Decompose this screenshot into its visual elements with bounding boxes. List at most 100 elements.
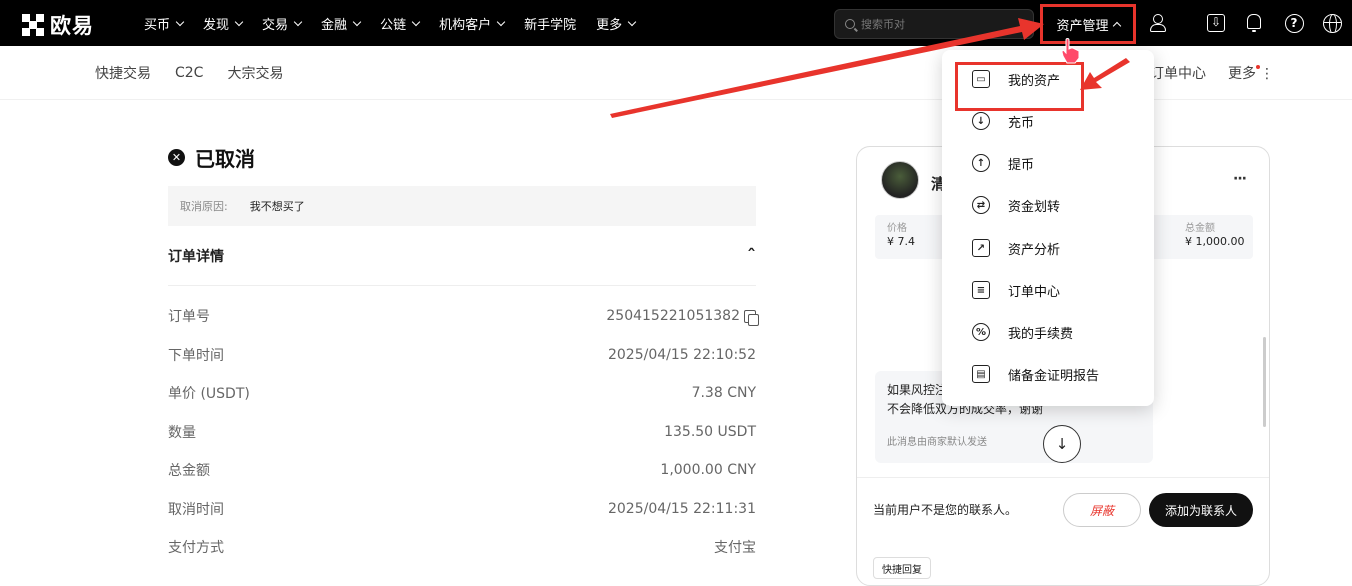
order-detail-key: 下单时间: [168, 347, 224, 364]
okx-logo[interactable]: 欧易: [22, 10, 94, 40]
order-detail-value-wrap: 2025/04/15 22:10:52: [608, 347, 756, 363]
more-vertical-icon: ⋮: [1260, 66, 1274, 82]
subnav-item-2[interactable]: 大宗交易: [227, 63, 283, 83]
dropdown-item-label: 资金划转: [1008, 199, 1061, 215]
chevron-up-icon: [1112, 21, 1121, 30]
language-button[interactable]: [1322, 13, 1342, 33]
order-detail-key: 订单号: [168, 309, 210, 326]
copy-icon[interactable]: [744, 309, 759, 326]
download-button[interactable]: ⇩: [1206, 13, 1226, 33]
nav-item-3[interactable]: 金融: [321, 14, 362, 33]
nav-item-label: 机构客户: [439, 17, 492, 33]
asset-management-menu[interactable]: 资产管理: [1040, 4, 1136, 44]
dropdown-item-label: 我的手续费: [1008, 326, 1074, 342]
subnav-more-label: 更多: [1228, 66, 1256, 82]
quick-reply-button[interactable]: 快捷回复: [873, 557, 931, 579]
order-detail-key: 总金额: [168, 463, 210, 480]
nav-item-0[interactable]: 买币: [144, 14, 185, 33]
order-detail-value: 支付宝: [714, 540, 756, 557]
subnav-right: 订单中心 更多 ⋮: [1150, 46, 1274, 100]
logo-mark-icon: [22, 14, 44, 36]
nav-item-label: 交易: [262, 17, 289, 33]
order-detail-key: 数量: [168, 424, 196, 441]
order-detail-value-wrap: 7.38 CNY: [692, 385, 756, 401]
chevron-down-icon: [352, 17, 362, 26]
chevron-down-icon: [175, 17, 185, 26]
chevron-down-icon: [496, 17, 506, 26]
add-contact-button[interactable]: 添加为联系人: [1149, 493, 1253, 527]
subnav-item-1[interactable]: C2C: [175, 65, 203, 81]
dropdown-item-3[interactable]: ⇄ 资金划转: [972, 190, 1060, 220]
order-details-header[interactable]: 订单详情 ˆ: [168, 246, 756, 286]
order-detail-row: 数量 135.50 USDT: [168, 413, 756, 452]
nav-item-label: 更多: [596, 17, 623, 33]
block-button[interactable]: 屏蔽: [1063, 493, 1141, 527]
order-detail-value: 135.50 USDT: [664, 423, 756, 440]
total-value: ¥ 1,000.00: [1185, 235, 1245, 248]
order-status-text: 已取消: [195, 147, 255, 171]
subnav-item-0[interactable]: 快捷交易: [95, 63, 151, 83]
message-hint: 此消息由商家默认发送: [887, 437, 987, 448]
fee-icon: %: [972, 323, 990, 341]
more-icon[interactable]: ···: [1233, 171, 1247, 187]
nav-item-7[interactable]: 更多: [596, 14, 637, 33]
bell-icon[interactable]: [1244, 13, 1264, 33]
order-detail-value-wrap: 135.50 USDT: [664, 424, 756, 440]
dropdown-item-2[interactable]: ↑ 提币: [972, 148, 1034, 178]
main-nav: 买币 发现 交易 金融 公链 机构客户 新手学院 更多: [144, 0, 655, 46]
order-detail-value: 2025/04/15 22:11:31: [607, 500, 756, 517]
order-detail-row: 单价 (USDT) 7.38 CNY: [168, 374, 756, 413]
merchant-avatar[interactable]: [881, 161, 919, 199]
top-navbar: 欧易 买币 发现 交易 金融 公链 机构客户 新手学院 更多 搜索币对 资产管理 ⇩ ?: [0, 0, 1352, 46]
chevron-down-icon: [627, 17, 637, 26]
download-icon: ⇩: [1207, 14, 1225, 32]
transfer-icon: ⇄: [972, 196, 990, 214]
dropdown-item-7[interactable]: ▤ 储备金证明报告: [972, 359, 1099, 389]
arrow-down-icon: ↓: [1055, 435, 1069, 453]
help-button[interactable]: ?: [1284, 13, 1304, 33]
search-placeholder: 搜索币对: [861, 18, 905, 31]
dropdown-item-4[interactable]: ↗ 资产分析: [972, 233, 1060, 263]
scroll-down-button[interactable]: ↓: [1043, 425, 1081, 463]
order-details-title: 订单详情: [168, 249, 224, 265]
nav-item-label: 金融: [321, 17, 348, 33]
logo-text: 欧易: [50, 14, 94, 38]
nav-item-label: 新手学院: [524, 17, 577, 33]
cancel-reason-label: 取消原因:: [180, 200, 228, 213]
order-detail-value-wrap: 支付宝: [714, 537, 756, 557]
nav-item-6[interactable]: 新手学院: [524, 14, 576, 33]
globe-icon: [1322, 13, 1342, 33]
dropdown-item-label: 储备金证明报告: [1008, 368, 1100, 384]
order-detail-row: 订单号 250415221051382: [168, 297, 759, 336]
total-label: 总金额: [1185, 223, 1215, 234]
search-icon: [845, 19, 855, 29]
dropdown-item-label: 提币: [1008, 157, 1035, 173]
nav-item-5[interactable]: 机构客户: [439, 14, 506, 33]
subnav-more[interactable]: 更多 ⋮: [1228, 63, 1274, 83]
order-detail-key: 支付方式: [168, 540, 224, 557]
nav-item-4[interactable]: 公链: [380, 14, 421, 33]
order-detail-value: 2025/04/15 22:10:52: [607, 346, 756, 363]
dropdown-item-6[interactable]: % 我的手续费: [972, 317, 1073, 347]
order-detail-value: 250415221051382: [606, 308, 740, 325]
order-details-list: 订单号 250415221051382 下单时间 2025/04/15 22:10:5…: [168, 297, 759, 567]
nav-item-label: 公链: [380, 17, 407, 33]
subnav-order-center[interactable]: 订单中心: [1150, 63, 1206, 83]
price-label: 价格: [887, 223, 907, 234]
reserve-icon: ▤: [972, 365, 990, 383]
order-detail-value-wrap: 2025/04/15 22:11:31: [608, 501, 756, 517]
nav-item-1[interactable]: 发现: [203, 14, 244, 33]
search-input[interactable]: 搜索币对: [834, 9, 1034, 39]
user-icon[interactable]: [1148, 13, 1168, 33]
order-detail-row: 总金额 1,000.00 CNY: [168, 451, 756, 490]
analysis-icon: ↗: [972, 239, 990, 257]
nav-item-2[interactable]: 交易: [262, 14, 303, 33]
cancel-reason-box: 取消原因: 我不想买了: [168, 186, 756, 226]
chat-scrollbar[interactable]: [1263, 337, 1266, 427]
price-value: ¥ 7.4: [887, 235, 915, 248]
dropdown-item-label: 充币: [1008, 115, 1035, 131]
subnav-links: 快捷交易 C2C 大宗交易: [95, 46, 283, 100]
order-status: ✕ 已取消: [168, 143, 255, 172]
dropdown-item-5[interactable]: ≡ 订单中心: [972, 275, 1060, 305]
cancel-reason-value: 我不想买了: [249, 200, 305, 213]
